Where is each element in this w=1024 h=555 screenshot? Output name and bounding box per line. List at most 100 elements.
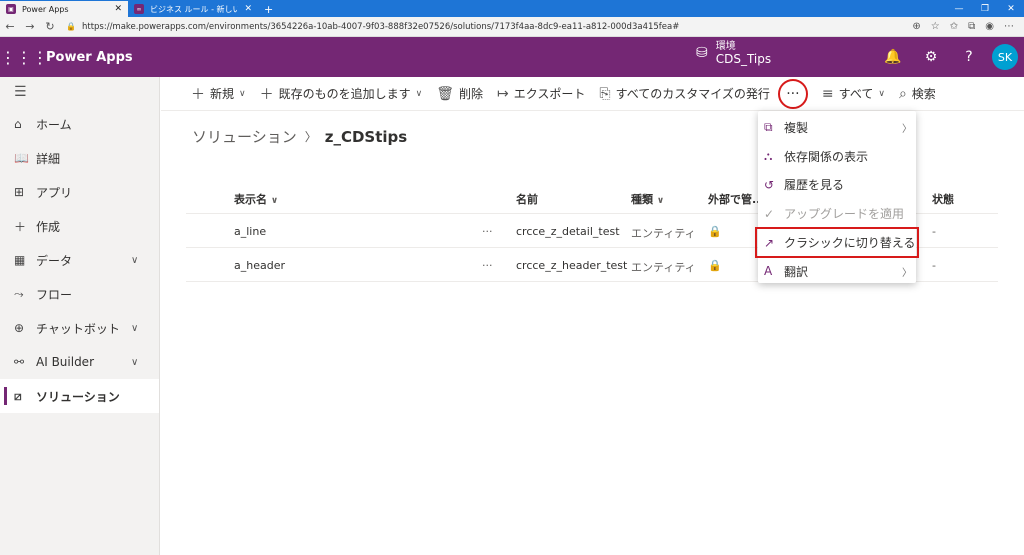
row-display-name[interactable]: a_header — [234, 259, 285, 272]
row-display-name[interactable]: a_line — [234, 225, 266, 238]
more-commands-button[interactable]: ··· — [777, 78, 808, 109]
column-label: 表示名 — [234, 193, 267, 206]
view-selector[interactable]: ≡ すべて ∨ — [822, 85, 885, 102]
lock-icon: 🔒 — [708, 225, 722, 238]
favorites-icon[interactable]: ✩ — [950, 21, 958, 32]
app-name[interactable]: Power Apps — [46, 50, 133, 65]
menu-item-clone[interactable]: ⧉ 複製 〉 — [758, 113, 916, 142]
row-more-button[interactable]: ··· — [482, 225, 493, 238]
translate-icon: A — [764, 264, 773, 279]
export-button[interactable]: ↦ エクスポート — [497, 85, 585, 102]
row-status: - — [932, 259, 936, 272]
dynamics-icon: ∞ — [134, 4, 144, 14]
chevron-right-icon: 〉 — [902, 267, 912, 279]
url-field[interactable]: 🔒 https://make.powerapps.com/environment… — [60, 19, 902, 35]
browser-tab-business-rule[interactable]: ∞ ビジネス ルール - 新しいルール - Micr ✕ — [128, 1, 258, 17]
profile-icon[interactable]: ◉ — [985, 21, 994, 32]
home-icon: ⌂ — [14, 117, 22, 131]
menu-item-label: 依存関係の表示 — [784, 149, 869, 164]
close-icon[interactable]: ✕ — [114, 4, 122, 14]
column-name[interactable]: 名前 — [516, 191, 538, 207]
environment-picker[interactable]: ⛁ 環境 CDS_Tips — [696, 41, 771, 65]
delete-button[interactable]: 🗑 削除 — [436, 85, 483, 102]
collections-icon[interactable]: ⧉ — [968, 21, 975, 32]
row-status: - — [932, 225, 936, 238]
apps-icon: ⊞ — [14, 185, 25, 199]
chevron-down-icon[interactable]: ∨ — [131, 323, 159, 334]
column-type[interactable]: 種類 ∨ — [631, 191, 664, 207]
browser-tab-strip: ▣ Power Apps ✕ ∞ ビジネス ルール - 新しいルール - Mic… — [0, 0, 1024, 17]
publish-all-label: すべてのカスタマイズの発行 — [615, 87, 770, 101]
notification-bell-icon[interactable]: 🔔 — [874, 49, 912, 65]
menu-item-apply-upgrade: ✓ アップグレードを適用 — [758, 199, 916, 228]
menu-dots-icon[interactable]: ⋯ — [1004, 21, 1014, 32]
column-managed-externally[interactable]: 外部で管... — [708, 191, 765, 207]
search-icon: ⌕ — [898, 85, 907, 102]
row-more-button[interactable]: ··· — [482, 259, 493, 272]
copy-icon: ⧉ — [764, 119, 773, 134]
search-input[interactable]: ⌕ 検索 — [899, 85, 936, 102]
environment-icon: ⛁ — [696, 45, 708, 61]
new-label: 新規 — [210, 87, 235, 101]
minimize-icon[interactable]: — — [946, 4, 972, 14]
menu-item-label: 履歴を見る — [784, 178, 845, 193]
chevron-down-icon: ∨ — [239, 88, 246, 99]
sidebar-item-learn[interactable]: 📖 詳細 — [0, 141, 159, 175]
waffle-icon[interactable]: ⋮⋮⋮ — [0, 48, 48, 67]
sidebar-item-home[interactable]: ⌂ ホーム — [0, 107, 159, 141]
zoom-icon[interactable]: ⊕ — [912, 21, 920, 32]
avatar[interactable]: SK — [992, 44, 1018, 70]
power-apps-icon: ▣ — [6, 4, 16, 14]
sidebar-item-flows[interactable]: ⤳ フロー — [0, 277, 159, 311]
book-icon: 📖 — [14, 151, 29, 165]
sidebar-item-apps[interactable]: ⊞ アプリ — [0, 175, 159, 209]
browser-tab-power-apps[interactable]: ▣ Power Apps ✕ — [0, 1, 128, 17]
add-existing-button[interactable]: ＋ 既存のものを追加します ∨ — [260, 84, 423, 104]
sidebar-item-label: アプリ — [36, 185, 73, 200]
forward-icon[interactable]: → — [20, 20, 40, 33]
menu-item-see-history[interactable]: ↺ 履歴を見る — [758, 171, 916, 200]
hamburger-icon[interactable]: ☰ — [0, 77, 159, 107]
sidebar-item-data[interactable]: ▦ データ ∨ — [0, 243, 159, 277]
menu-item-switch-to-classic[interactable]: ↗ クラシックに切り替える — [755, 227, 919, 258]
publish-icon: ⎘ — [599, 85, 611, 102]
hierarchy-icon: ⛬ — [764, 148, 773, 163]
solution-icon: ⧄ — [14, 388, 22, 403]
publish-all-button[interactable]: ⎘ すべてのカスタマイズの発行 — [599, 85, 770, 102]
menu-item-label: 翻訳 — [784, 264, 809, 279]
sidebar-item-ai-builder[interactable]: ⚯ AI Builder ∨ — [0, 345, 159, 379]
column-display-name[interactable]: 表示名 ∨ — [234, 191, 278, 207]
favorite-star-icon[interactable]: ☆ — [931, 21, 940, 32]
menu-item-translations[interactable]: A 翻訳 〉 — [758, 257, 916, 286]
address-bar: ← → ↻ 🔒 https://make.powerapps.com/envir… — [0, 17, 1024, 37]
new-tab-button[interactable]: + — [258, 1, 279, 17]
open-external-icon: ↗ — [764, 235, 775, 250]
browser-toolbar: ⊕ ☆ ✩ ⧉ ◉ ⋯ — [902, 21, 1024, 32]
chevron-down-icon[interactable]: ∨ — [131, 255, 159, 266]
help-icon[interactable]: ? — [950, 49, 988, 65]
column-status[interactable]: 状態 — [932, 191, 954, 207]
search-placeholder: 検索 — [911, 87, 936, 101]
environment-name: CDS_Tips — [715, 52, 772, 66]
export-arrow-icon: ↦ — [497, 85, 509, 102]
chevron-down-icon: ∨ — [270, 196, 279, 206]
menu-item-show-dependencies[interactable]: ⛬ 依存関係の表示 — [758, 142, 916, 171]
restore-icon[interactable]: ❐ — [972, 4, 998, 14]
breadcrumb-solutions-link[interactable]: ソリューション — [192, 126, 297, 147]
app-header: ⋮⋮⋮ Power Apps ⛁ 環境 CDS_Tips 🔔 ⚙ ? SK — [0, 37, 1024, 77]
bot-icon: ⊕ — [14, 321, 25, 335]
row-type: エンティティ — [631, 261, 696, 274]
close-icon[interactable]: ✕ — [244, 4, 252, 14]
tab-label: ビジネス ルール - 新しいルール - Micr — [150, 4, 239, 14]
back-icon[interactable]: ← — [0, 20, 20, 33]
chevron-down-icon[interactable]: ∨ — [131, 357, 159, 368]
sidebar-item-create[interactable]: ＋ 作成 — [0, 209, 159, 243]
new-button[interactable]: ＋ 新規 ∨ — [191, 84, 246, 104]
sidebar-item-chatbots[interactable]: ⊕ チャットボット ∨ — [0, 311, 159, 345]
lock-icon: 🔒 — [708, 259, 722, 272]
row-type: エンティティ — [631, 227, 696, 240]
gear-icon[interactable]: ⚙ — [912, 49, 950, 65]
refresh-icon[interactable]: ↻ — [40, 20, 60, 33]
sidebar-item-solutions[interactable]: ⧄ ソリューション — [0, 379, 159, 413]
window-close-icon[interactable]: ✕ — [998, 4, 1024, 14]
